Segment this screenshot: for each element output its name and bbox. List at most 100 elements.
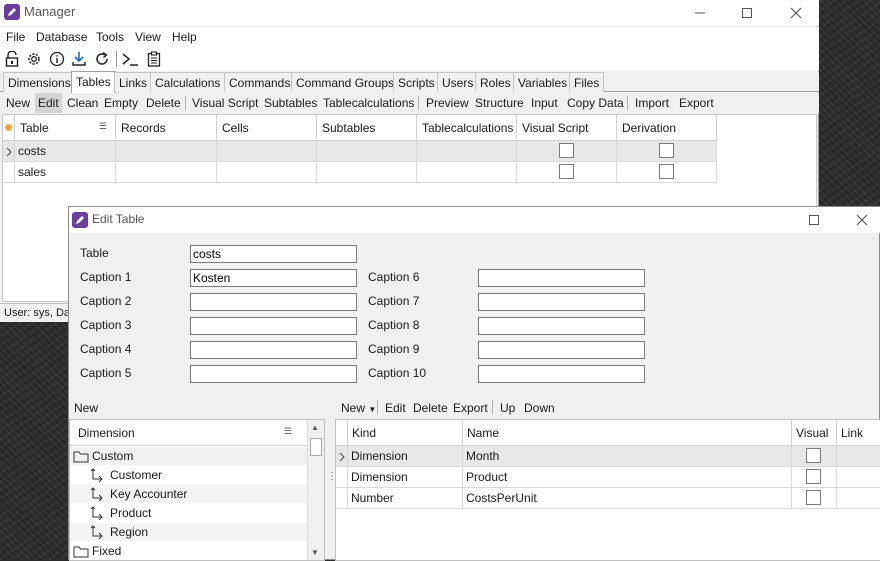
- column-header-visual-script[interactable]: Visual Script: [517, 115, 617, 141]
- sort-icon[interactable]: ☰: [284, 426, 292, 437]
- tree-scrollbar[interactable]: ▲ ▼: [307, 420, 324, 560]
- input-button[interactable]: Input: [528, 93, 561, 113]
- caption-5-field[interactable]: [190, 365, 357, 383]
- table-name-field[interactable]: [190, 245, 357, 263]
- delete-button[interactable]: Delete: [143, 93, 184, 113]
- column-header-tablecalculations[interactable]: Tablecalculations: [417, 115, 517, 141]
- cell-link[interactable]: [837, 488, 880, 509]
- tree-folder-fixed[interactable]: Fixed: [70, 542, 308, 560]
- tab-commands[interactable]: Commands: [224, 72, 296, 92]
- menu-tools[interactable]: Tools: [96, 30, 124, 44]
- column-header-cells[interactable]: Cells: [217, 115, 317, 141]
- visual-checkbox[interactable]: [806, 490, 821, 505]
- menu-help[interactable]: Help: [172, 30, 197, 44]
- caption-2-field[interactable]: [190, 293, 357, 311]
- tab-users[interactable]: Users: [437, 72, 479, 92]
- clipboard-icon[interactable]: [145, 50, 163, 68]
- columns-delete-button[interactable]: Delete: [413, 401, 448, 415]
- columns-export-button[interactable]: Export: [453, 401, 488, 415]
- caption-10-field[interactable]: [478, 365, 645, 383]
- empty-button[interactable]: Empty: [101, 93, 141, 113]
- column-header-visual[interactable]: Visual: [792, 420, 837, 446]
- column-header-kind[interactable]: Kind: [348, 420, 463, 446]
- row-indicator[interactable]: [3, 141, 15, 162]
- visual-script-button[interactable]: Visual Script: [189, 93, 261, 113]
- left-new-button[interactable]: New: [74, 401, 98, 415]
- caption-7-field[interactable]: [478, 293, 645, 311]
- row-indicator[interactable]: [3, 162, 15, 183]
- gear-icon[interactable]: [25, 50, 43, 68]
- row-indicator[interactable]: [336, 488, 348, 509]
- visual-checkbox[interactable]: [806, 469, 821, 484]
- cell-subtables[interactable]: [317, 141, 417, 162]
- tab-variables[interactable]: Variables: [513, 72, 573, 92]
- caption-1-field[interactable]: [190, 269, 357, 287]
- new-button[interactable]: New: [3, 93, 33, 113]
- cell-name[interactable]: Product: [463, 467, 792, 488]
- cell-cells[interactable]: [217, 141, 317, 162]
- info-icon[interactable]: [48, 50, 66, 68]
- copy-data-button[interactable]: Copy Data: [564, 93, 627, 113]
- caption-8-field[interactable]: [478, 317, 645, 335]
- tree-item-product[interactable]: Product: [70, 504, 308, 522]
- maximize-icon[interactable]: [791, 207, 837, 233]
- lock-open-icon[interactable]: [3, 50, 21, 68]
- cell-tablecalculations[interactable]: [417, 141, 517, 162]
- visual-script-checkbox[interactable]: [559, 164, 574, 179]
- terminal-icon[interactable]: [121, 50, 139, 68]
- columns-up-button[interactable]: Up: [500, 401, 515, 415]
- scroll-up-icon[interactable]: ▲: [311, 423, 319, 432]
- clean-button[interactable]: Clean: [64, 93, 101, 113]
- menu-view[interactable]: View: [135, 30, 161, 44]
- cell-table-name[interactable]: sales: [15, 162, 116, 183]
- tab-links[interactable]: Links: [114, 72, 153, 92]
- tree-folder-custom[interactable]: Custom: [70, 447, 308, 465]
- maximize-icon[interactable]: [724, 0, 770, 26]
- minimize-icon[interactable]: [677, 0, 723, 26]
- visual-checkbox[interactable]: [806, 448, 821, 463]
- cell-kind[interactable]: Dimension: [348, 446, 463, 467]
- download-icon[interactable]: [70, 50, 88, 68]
- scrollbar-thumb[interactable]: [310, 438, 322, 456]
- structure-button[interactable]: Structure: [472, 93, 527, 113]
- tree-item-customer[interactable]: Customer: [70, 466, 308, 484]
- tab-roles[interactable]: Roles: [475, 72, 516, 92]
- import-button[interactable]: Import: [632, 93, 672, 113]
- close-icon[interactable]: [839, 207, 880, 233]
- tree-item-region[interactable]: Region: [70, 523, 308, 541]
- tree-item-key-accounter[interactable]: Key Accounter: [70, 485, 308, 503]
- cell-kind[interactable]: Dimension: [348, 467, 463, 488]
- sort-icon[interactable]: ☰: [99, 121, 107, 132]
- cell-name[interactable]: Month: [463, 446, 792, 467]
- cell-records[interactable]: [116, 141, 217, 162]
- scroll-down-icon[interactable]: ▼: [311, 548, 319, 557]
- row-indicator[interactable]: [336, 467, 348, 488]
- columns-edit-button[interactable]: Edit: [385, 401, 406, 415]
- tab-dimensions[interactable]: Dimensions: [3, 72, 76, 92]
- column-header-records[interactable]: Records: [116, 115, 217, 141]
- caption-3-field[interactable]: [190, 317, 357, 335]
- cell-link[interactable]: [837, 446, 880, 467]
- column-header-subtables[interactable]: Subtables: [317, 115, 417, 141]
- visual-script-checkbox[interactable]: [559, 143, 574, 158]
- preview-button[interactable]: Preview: [423, 93, 472, 113]
- close-icon[interactable]: [773, 0, 819, 26]
- cell-tablecalculations[interactable]: [417, 162, 517, 183]
- tab-files[interactable]: Files: [569, 72, 605, 92]
- column-header-derivation[interactable]: Derivation: [617, 115, 717, 141]
- caption-9-field[interactable]: [478, 341, 645, 359]
- cell-cells[interactable]: [217, 162, 317, 183]
- column-header-name[interactable]: Name: [463, 420, 792, 446]
- caption-4-field[interactable]: [190, 341, 357, 359]
- cell-link[interactable]: [837, 467, 880, 488]
- tab-command-groups[interactable]: Command Groups: [291, 72, 400, 92]
- edit-button[interactable]: Edit: [35, 93, 62, 113]
- subtables-button[interactable]: Subtables: [261, 93, 320, 113]
- tab-scripts[interactable]: Scripts: [393, 72, 440, 92]
- cell-name[interactable]: CostsPerUnit: [463, 488, 792, 509]
- export-button[interactable]: Export: [676, 93, 717, 113]
- cell-records[interactable]: [116, 162, 217, 183]
- dimension-column-header[interactable]: Dimension ☰: [70, 420, 308, 446]
- tablecalculations-button[interactable]: Tablecalculations: [320, 93, 417, 113]
- caption-6-field[interactable]: [478, 269, 645, 287]
